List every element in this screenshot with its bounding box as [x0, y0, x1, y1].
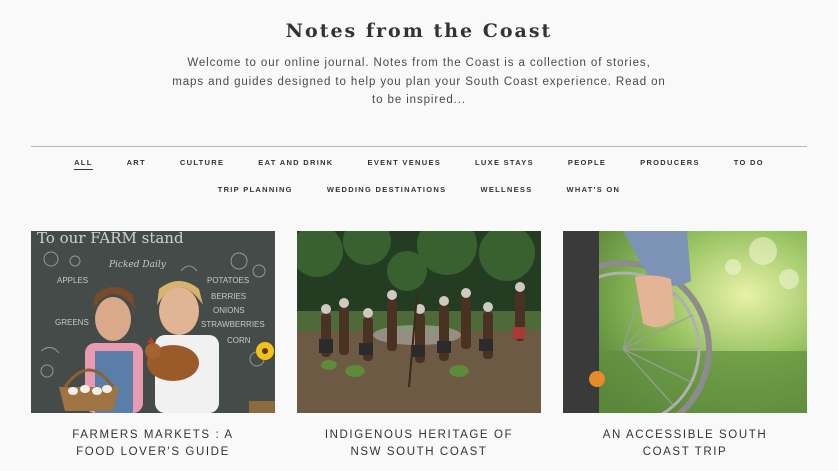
filter-all[interactable]: ALL	[57, 156, 109, 170]
filter-wedding-destinations[interactable]: WEDDING DESTINATIONS	[310, 183, 464, 197]
filter-wellness[interactable]: WELLNESS	[463, 183, 549, 197]
article-card-accessible-trip[interactable]: AN ACCESSIBLE SOUTH COAST TRIP	[563, 231, 807, 461]
article-title-accessible-trip[interactable]: AN ACCESSIBLE SOUTH COAST TRIP	[563, 427, 807, 461]
chalkboard-item-4: ONIONS	[213, 306, 245, 315]
article-image-farmers-markets[interactable]: To our FARM stand Picked Daily APPLES PO…	[31, 231, 275, 413]
article-image-indigenous-heritage[interactable]	[297, 231, 541, 413]
filter-event-venues[interactable]: EVENT VENUES	[351, 156, 459, 170]
page-intro: Welcome to our online journal. Notes fro…	[172, 57, 666, 106]
filter-trip-planning[interactable]: TRIP PLANNING	[201, 183, 310, 197]
chalkboard-item-3: BERRIES	[211, 292, 246, 301]
chalkboard-item-1: APPLES	[57, 276, 88, 285]
divider	[31, 146, 807, 147]
filter-people[interactable]: PEOPLE	[551, 156, 623, 170]
filter-to-do[interactable]: TO DO	[717, 156, 781, 170]
chalkboard-title: To our FARM stand	[37, 231, 184, 247]
filter-whats-on[interactable]: WHAT'S ON	[550, 183, 638, 197]
chalkboard-item-2: POTATOES	[207, 276, 249, 285]
article-title-farmers-markets[interactable]: FARMERS MARKETS : A FOOD LOVER'S GUIDE	[31, 427, 275, 461]
page-title: Notes from the Coast	[285, 20, 553, 42]
filter-eat-and-drink[interactable]: EAT AND DRINK	[241, 156, 350, 170]
filter-producers[interactable]: PRODUCERS	[623, 156, 717, 170]
category-filter-bar: ALL ART CULTURE EAT AND DRINK EVENT VENU…	[31, 156, 807, 197]
article-title-indigenous-heritage[interactable]: INDIGENOUS HERITAGE OF NSW SOUTH COAST	[297, 427, 541, 461]
filter-art[interactable]: ART	[110, 156, 163, 170]
chalkboard-subtitle: Picked Daily	[108, 260, 167, 270]
chalkboard-item-7: CORN	[227, 336, 251, 345]
article-card-indigenous-heritage[interactable]: INDIGENOUS HERITAGE OF NSW SOUTH COAST	[297, 231, 541, 461]
chalkboard-item-6: STRAWBERRIES	[201, 320, 265, 329]
article-card-farmers-markets[interactable]: To our FARM stand Picked Daily APPLES PO…	[31, 231, 275, 461]
filter-culture[interactable]: CULTURE	[163, 156, 241, 170]
article-image-accessible-trip[interactable]	[563, 231, 807, 413]
chalkboard-item-5: GREENS	[55, 318, 89, 327]
filter-luxe-stays[interactable]: LUXE STAYS	[458, 156, 551, 170]
